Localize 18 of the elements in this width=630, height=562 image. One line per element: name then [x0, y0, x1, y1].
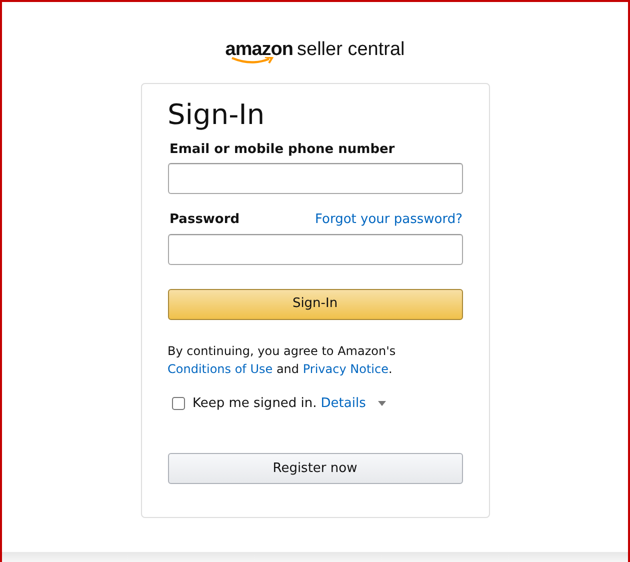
input-field[interactable] — [168, 163, 462, 194]
page-title: Sign-In — [168, 98, 266, 132]
logo-subtitle: seller central — [297, 40, 405, 59]
details-link[interactable]: Details — [320, 394, 366, 414]
terms-text: By continuing, you agree to Amazon's Conditions of Use and Privacy Notice. — [168, 342, 397, 378]
terms-link[interactable]: Privacy Notice — [302, 362, 388, 376]
terms-link[interactable]: Conditions of Use — [168, 362, 273, 376]
forgot-password-link[interactable]: Forgot your password? — [314, 210, 462, 230]
logo-wordmark: amazon — [225, 40, 294, 65]
field-label: Email or mobile phone number — [168, 140, 395, 159]
input-field[interactable] — [168, 234, 462, 265]
field-label: Password — [168, 211, 240, 230]
caret-icon[interactable] — [378, 400, 386, 406]
register-button[interactable]: Register now — [168, 453, 462, 484]
smile-arrow-icon — [231, 57, 276, 65]
checkbox-label: Keep me signed in. — [192, 394, 317, 413]
keep-signed-in-checkbox[interactable] — [172, 396, 184, 410]
sign-in-button[interactable]: Sign-In — [168, 288, 462, 320]
